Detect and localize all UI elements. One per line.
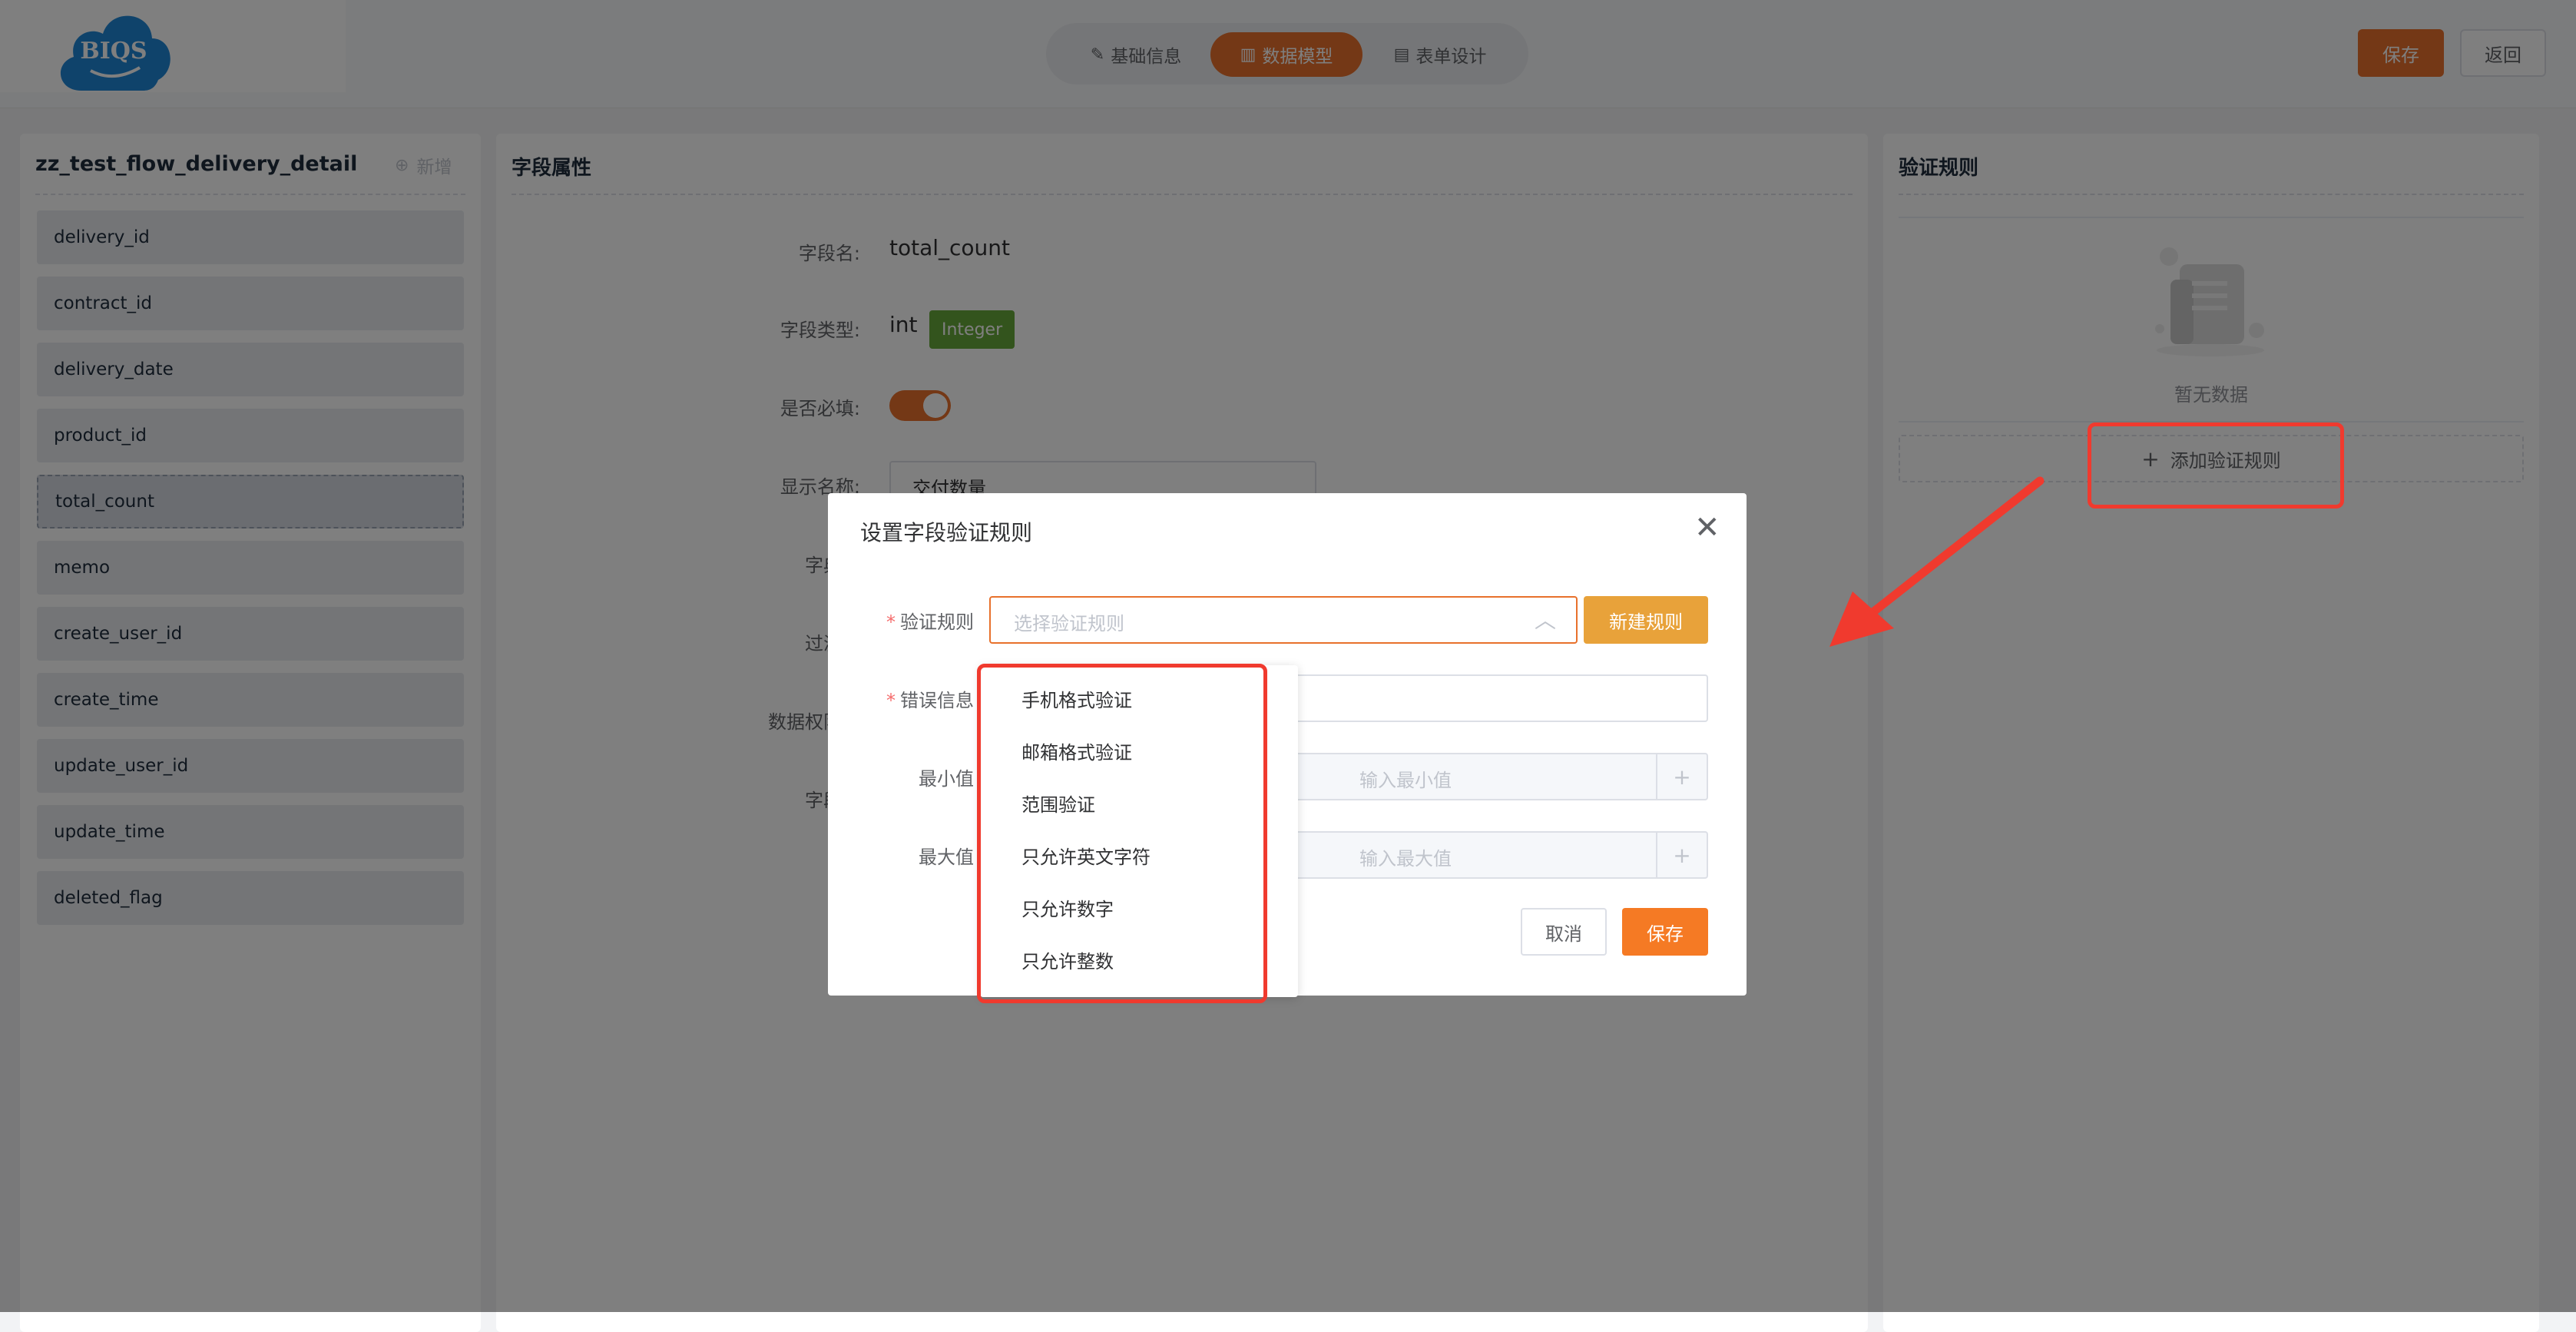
close-icon[interactable]: ✕ (1694, 510, 1720, 545)
max-placeholder: 输入最大值 (1359, 848, 1452, 870)
rule-select[interactable]: 选择验证规则 ︿ (989, 596, 1578, 644)
dialog-title: 设置字段验证规则 (860, 520, 1033, 545)
new-rule-button[interactable]: 新建规则 (1584, 596, 1708, 644)
annotation-highlight-box (2088, 422, 2344, 509)
annotation-arrow-icon (1829, 476, 2045, 647)
min-increase-button[interactable]: + (1656, 754, 1707, 799)
dialog-save-button[interactable]: 保存 (1622, 908, 1708, 956)
min-placeholder: 输入最小值 (1359, 770, 1452, 791)
rule-label: * 验证规则 (886, 611, 974, 633)
max-increase-button[interactable]: + (1656, 833, 1707, 877)
max-label: 最大值 (919, 847, 974, 868)
chevron-up-icon: ︿ (1534, 608, 1556, 633)
rule-placeholder: 选择验证规则 (1014, 613, 1124, 635)
annotation-dropdown-box (977, 664, 1267, 1003)
cancel-button[interactable]: 取消 (1521, 908, 1607, 956)
error-label-text: 错误信息 (900, 690, 974, 711)
rule-label-text: 验证规则 (900, 611, 974, 633)
min-label: 最小值 (919, 768, 974, 790)
error-label: * 错误信息 (886, 690, 974, 711)
